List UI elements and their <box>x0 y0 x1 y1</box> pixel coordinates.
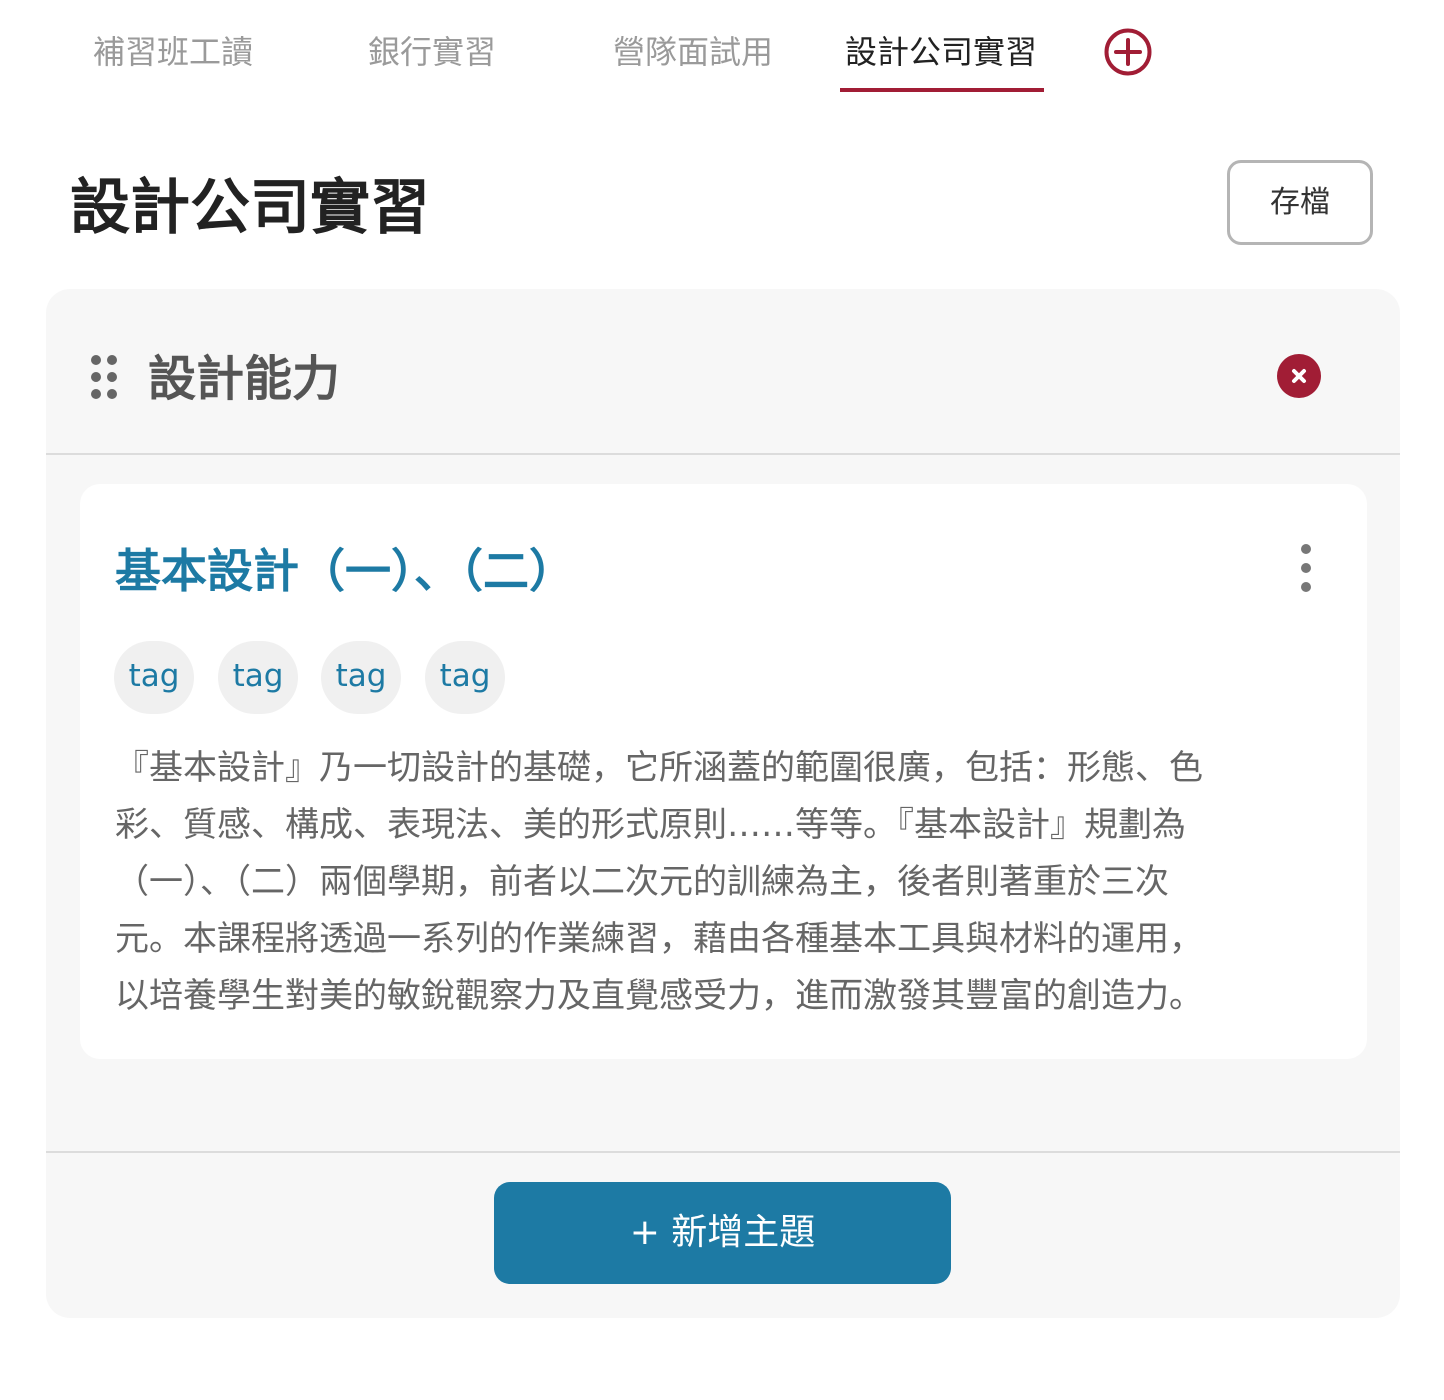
save-button[interactable]: 存檔 <box>1227 160 1373 245</box>
tag-chip[interactable]: tag <box>114 641 194 714</box>
topic-description: 『基本設計』乃一切設計的基礎，它所涵蓋的範圍很廣，包括：形態、色 彩、質感、構成… <box>115 740 1325 1020</box>
divider <box>46 453 1400 455</box>
tab-design-internship[interactable]: 設計公司實習 <box>845 30 1037 74</box>
add-topic-button[interactable]: + 新增主題 <box>494 1182 951 1284</box>
divider <box>46 1151 1400 1153</box>
tab-bar: 補習班工讀 銀行實習 營隊面試用 設計公司實習 <box>0 0 1444 100</box>
section-panel: 設計能力 基本設計（一）、（二） tag tag tag tag 『基本設計』乃… <box>46 289 1400 1318</box>
topic-title[interactable]: 基本設計（一）、（二） <box>115 540 575 602</box>
tag-chip[interactable]: tag <box>321 641 401 714</box>
close-icon[interactable] <box>1277 354 1321 398</box>
description-line: 以培養學生對美的敏銳觀察力及直覺感受力，進而激發其豐富的創造力。 <box>115 976 1203 1016</box>
tag-chip[interactable]: tag <box>218 641 298 714</box>
tab-tutoring[interactable]: 補習班工讀 <box>93 30 253 74</box>
tab-bank-internship[interactable]: 銀行實習 <box>368 30 496 74</box>
tab-camp-interview[interactable]: 營隊面試用 <box>613 30 773 74</box>
description-line: 彩、質感、構成、表現法、美的形式原則……等等。『基本設計』規劃為 <box>115 805 1186 845</box>
more-vertical-icon[interactable] <box>1290 542 1322 594</box>
description-line: 元。本課程將透過一系列的作業練習，藉由各種基本工具與材料的運用， <box>115 919 1203 959</box>
plus-circle-icon[interactable] <box>1104 28 1152 76</box>
page-title: 設計公司實習 <box>70 173 430 243</box>
description-line: （一）、（二）兩個學期，前者以二次元的訓練為主，後者則著重於三次 <box>115 862 1169 902</box>
tag-chip[interactable]: tag <box>425 641 505 714</box>
section-title[interactable]: 設計能力 <box>148 347 340 411</box>
description-line: 『基本設計』乃一切設計的基礎，它所涵蓋的範圍很廣，包括：形態、色 <box>115 748 1203 788</box>
drag-handle-icon[interactable] <box>90 353 118 401</box>
topic-card: 基本設計（一）、（二） tag tag tag tag 『基本設計』乃一切設計的… <box>80 484 1367 1059</box>
active-tab-indicator <box>840 88 1044 92</box>
